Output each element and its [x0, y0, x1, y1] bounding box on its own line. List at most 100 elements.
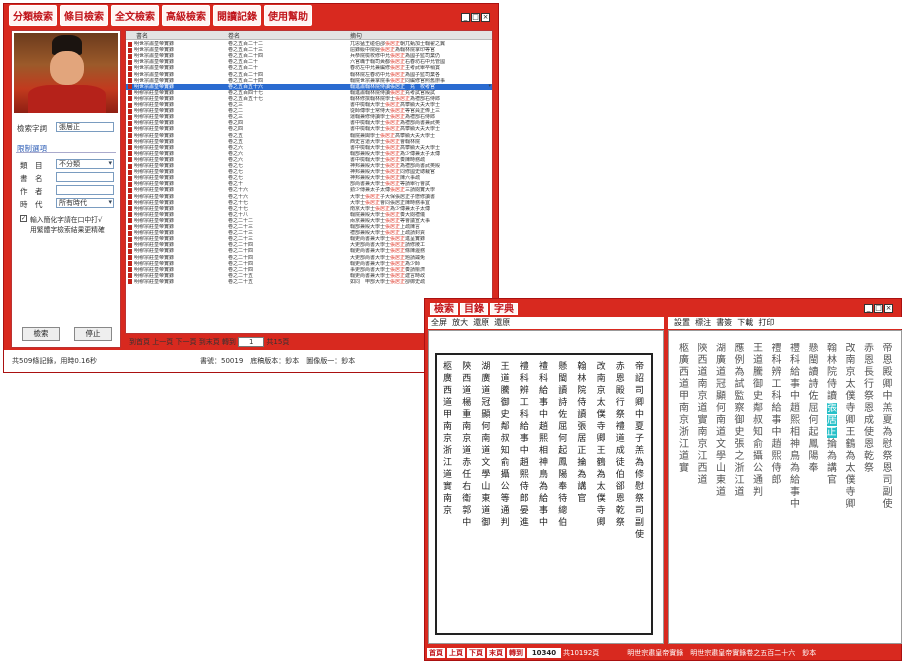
simplified-checkbox[interactable]: ✓	[20, 215, 27, 222]
book-input[interactable]	[56, 172, 114, 182]
download-button[interactable]: 下載	[737, 318, 753, 327]
minimize-icon[interactable]: _	[461, 13, 470, 22]
page-text-column: 陝西道楊重南京道赤任右衛郭中	[462, 362, 472, 528]
maximize-icon[interactable]: □	[874, 304, 883, 313]
cell-excerpt: 翰吏尚書兼大學士張居正建言時政	[350, 272, 426, 279]
minimize-icon[interactable]: _	[864, 304, 873, 313]
cell-book: 明穆宗莊皇帝實錄	[134, 144, 175, 151]
cell-volume: 卷之十六	[228, 193, 249, 200]
cell-volume: 卷之二十四	[228, 248, 254, 255]
book-icon	[128, 212, 132, 218]
table-row[interactable]: 明穆宗莊皇帝實錄 卷之二十五 如同 甲部大學士張居正卻御史疏	[126, 279, 492, 285]
page-image-pane: 帝詔司卿中夏子羔為修慰祭司副使 赤恩殿行祭禮道成徒伯郤恩乾祭 改南京太僕寺卿王鶴為太…	[428, 330, 664, 644]
settings-button[interactable]: 設置	[674, 318, 690, 327]
cell-book: 明穆宗莊皇帝實錄	[134, 132, 175, 139]
cell-volume: 卷之六	[228, 150, 244, 157]
maximize-icon[interactable]: □	[471, 13, 480, 22]
restore-button[interactable]: 還原	[473, 318, 489, 327]
fulltext-search-button[interactable]: 全文檢索	[111, 4, 159, 26]
page-input[interactable]: 1	[238, 337, 265, 347]
close-icon[interactable]: ×	[481, 13, 490, 22]
cell-volume: 卷之五百二十	[228, 59, 259, 66]
help-button[interactable]: 使用幫助	[264, 4, 312, 26]
tab-contents[interactable]: 目錄	[460, 303, 488, 315]
cell-excerpt: 神邦兼殿大學士張居正為禮部尚書武英殿	[350, 163, 441, 169]
first-page-button[interactable]: 首頁	[427, 648, 445, 658]
cell-volume: 卷之七	[228, 175, 244, 182]
book-icon	[128, 187, 132, 193]
cell-excerpt: 翰進肅翰林院侍讀張居正 充 校考官	[350, 83, 436, 90]
book-icon	[128, 72, 132, 77]
cell-excerpt: 兀思猛王碰伯邵張居正朝兀甄加士翰翟之翼	[350, 41, 446, 47]
cell-excerpt: 大吏部尚書大學士張居正題請蠲免	[350, 254, 426, 261]
cell-excerpt: 翰林院左春坊中允張居正為國子監司業各	[350, 71, 441, 78]
reading-history-button[interactable]: 閱讀記錄	[213, 4, 261, 26]
bookmark-button[interactable]: 書簽	[716, 318, 732, 327]
cell-book: 明穆宗莊皇帝實錄	[134, 266, 175, 273]
cell-book: 明世宗肅皇帝實錄	[134, 83, 175, 90]
cell-book: 明穆宗莊皇帝實錄	[134, 254, 175, 261]
fullscreen-button[interactable]: 全屏	[431, 318, 447, 327]
footer-book-title: 明世宗肅皇帝實錄 明世宗肅皇帝實錄卷之五百二十六 鈔本	[627, 649, 817, 657]
cell-book: 明穆宗莊皇帝實錄	[134, 193, 175, 200]
cell-book: 明穆宗莊皇帝實錄	[134, 126, 175, 133]
cell-volume: 卷之二十四	[228, 260, 254, 267]
search-highlight: 張居正	[826, 403, 837, 438]
annotate-button[interactable]: 標注	[695, 318, 711, 327]
cell-volume: 卷之三	[228, 114, 244, 121]
category-search-button[interactable]: 分類檢索	[9, 4, 57, 26]
book-icon	[128, 133, 132, 138]
cell-volume: 卷之十	[228, 181, 244, 188]
last-page-link[interactable]: 到末頁	[199, 338, 220, 346]
category-select[interactable]: 不分類	[56, 159, 114, 169]
first-page-link[interactable]: 到首頁	[129, 338, 150, 346]
total-pages: 共15頁	[266, 338, 290, 346]
book-icon	[128, 47, 132, 53]
cell-volume: 卷之五百二十三	[228, 47, 264, 54]
prev-page-link[interactable]: 上一頁	[152, 338, 173, 346]
last-page-button[interactable]: 末頁	[487, 648, 505, 658]
column-header-volume[interactable]: 卷名	[228, 31, 240, 40]
next-page-button[interactable]: 下頁	[467, 648, 485, 658]
cell-excerpt: 神邦兼殿大學士張居正陳六事疏	[350, 175, 421, 182]
tab-dictionary[interactable]: 字典	[490, 303, 518, 315]
stop-button[interactable]: 停止	[74, 327, 112, 341]
next-page-link[interactable]: 下一頁	[175, 338, 196, 346]
transcription-pane: 帝恩殿卿中羔夏為慰祭恩司副使 赤恩長行祭恩成使恩乾祭 改南京太僕寺卿王鶴為太僕寺卿翰…	[668, 330, 902, 644]
entry-search-button[interactable]: 條目檢索	[60, 4, 108, 26]
cell-excerpt: 書中檢翰大學士張居正奏陳時務疏	[350, 156, 426, 163]
tab-search[interactable]: 檢索	[430, 303, 458, 315]
restore-button-2[interactable]: 還原	[494, 318, 510, 327]
image-toolbar: 全屏 放大 還原 還原	[428, 317, 664, 329]
book-icon	[128, 261, 132, 267]
cell-excerpt: 書中檢翰大學士張居正高攀顯大夫大學士	[350, 144, 441, 151]
column-header-excerpt[interactable]: 摘句	[350, 31, 362, 40]
period-label: 時 代	[20, 200, 43, 209]
author-input[interactable]	[56, 185, 114, 195]
reader-footer: 首頁 上頁 下頁 末頁 轉到 10340 共10192頁 明世宗肅皇帝實錄 明世…	[427, 647, 899, 659]
checkbox-hint: 用繁體字檢索結果更精確	[30, 226, 105, 234]
advanced-search-button[interactable]: 高級檢索	[162, 4, 210, 26]
prev-page-button[interactable]: 上頁	[447, 648, 465, 658]
close-icon[interactable]: ×	[884, 304, 893, 313]
cell-excerpt: 兩京兼殿大學士張居正等會議宣大事	[350, 217, 431, 224]
cell-excerpt: 兵恭院檢校修中允張居正為國子監司業仍	[350, 53, 441, 60]
transcription-column: 柩廣西道甲南京浙江道實	[679, 343, 689, 474]
page-number-input[interactable]: 10340	[527, 648, 561, 658]
period-select[interactable]: 所有時代	[56, 198, 114, 208]
cell-book: 明世宗肅皇帝實錄	[134, 65, 175, 72]
book-icon	[128, 242, 132, 248]
page-text-column: 翰林院侍讀張居正 掄 為講官	[577, 362, 587, 504]
cell-excerpt: 翰院兼殿大學士張居正奏大閱禮儀	[350, 211, 426, 218]
search-button[interactable]: 檢索	[22, 327, 60, 341]
column-header-book[interactable]: 書名	[136, 31, 148, 40]
search-term-input[interactable]: 張居正	[56, 122, 114, 132]
reader-tabs: 檢索 目錄 字典	[430, 303, 518, 315]
table-header: 書名 卷名 摘句	[126, 31, 492, 40]
zoom-in-button[interactable]: 放大	[452, 318, 468, 327]
cell-volume: 卷之二十三	[228, 230, 254, 237]
cell-volume: 卷之五	[228, 138, 244, 145]
print-button[interactable]: 打印	[758, 318, 774, 327]
cell-book: 明穆宗莊皇帝實錄	[134, 217, 175, 224]
goto-button[interactable]: 轉到	[507, 648, 525, 658]
